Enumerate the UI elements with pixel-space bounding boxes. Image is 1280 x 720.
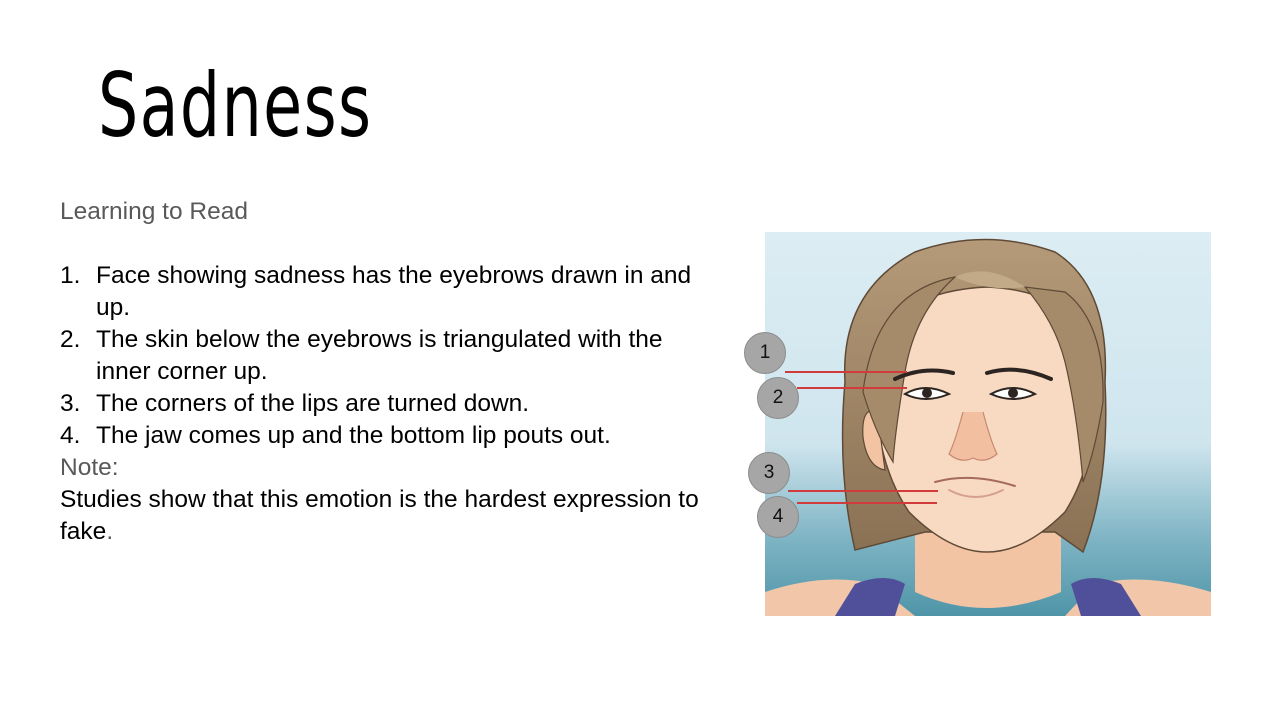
callout-marker-3: 3 (748, 452, 790, 494)
list-item-text: The jaw comes up and the bottom lip pout… (96, 422, 611, 449)
note-text: Studies show that this emotion is the ha… (60, 484, 700, 548)
list-item-number: 2. (60, 326, 81, 353)
slide-body: Learning to Read 1. Face showing sadness… (60, 196, 700, 548)
list-item-text: The skin below the eyebrows is triangula… (96, 326, 663, 385)
note-text-period: . (106, 518, 114, 545)
callout-marker-4: 4 (757, 496, 799, 538)
callout-line-1 (785, 371, 907, 373)
callout-marker-2: 2 (757, 377, 799, 419)
list-item: 1. Face showing sadness has the eyebrows… (60, 260, 700, 324)
list-item: 4. The jaw comes up and the bottom lip p… (60, 420, 700, 452)
list-item-number: 4. (60, 422, 81, 449)
list-item-number: 1. (60, 262, 81, 289)
callout-line-3 (788, 490, 938, 492)
list-item-text: The corners of the lips are turned down. (96, 390, 530, 417)
sad-face-illustration (765, 232, 1211, 616)
list-item-number: 3. (60, 390, 81, 417)
callout-marker-1: 1 (744, 332, 786, 374)
callout-line-4 (797, 502, 937, 504)
note-text-body: Studies show that this emotion is the ha… (60, 486, 699, 545)
slide-subtitle: Learning to Read (60, 198, 248, 225)
note-label: Note: (60, 454, 119, 481)
list-item: 3. The corners of the lips are turned do… (60, 388, 700, 420)
list-item: 2. The skin below the eyebrows is triang… (60, 324, 700, 388)
points-list: 1. Face showing sadness has the eyebrows… (60, 260, 700, 452)
callout-line-2 (797, 387, 907, 389)
list-item-text: Face showing sadness has the eyebrows dr… (96, 262, 692, 321)
slide-title: Sadness (98, 54, 373, 157)
